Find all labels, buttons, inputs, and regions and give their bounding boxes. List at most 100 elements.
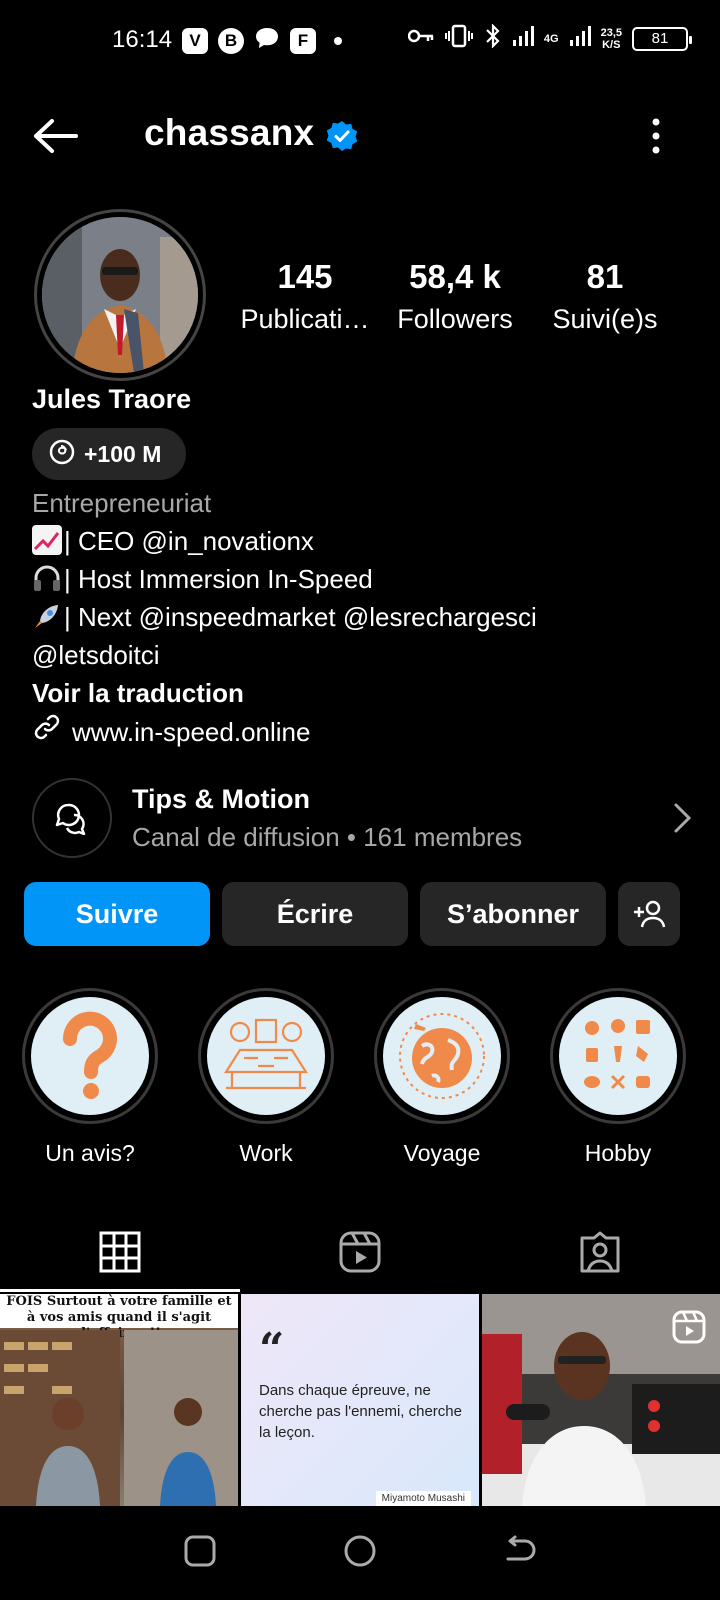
profile-header: chassanx xyxy=(0,100,720,172)
b-app-icon: B xyxy=(218,27,244,54)
facebook-icon: F xyxy=(290,27,316,54)
home-button[interactable] xyxy=(343,1534,377,1573)
verified-badge-icon xyxy=(326,120,358,152)
highlight-ring xyxy=(374,988,510,1124)
reels-icon xyxy=(339,1231,381,1273)
globe-plane-icon xyxy=(383,997,501,1115)
system-navigation-bar xyxy=(0,1506,720,1600)
follow-button[interactable]: Suivre xyxy=(24,882,210,946)
highlight-label: Un avis? xyxy=(45,1140,135,1166)
bio-text: | Next @inspeedmarket @lesrechargesci xyxy=(64,602,537,632)
bio-line-mention: @letsdoitci xyxy=(32,640,160,670)
back-arrow-icon[interactable] xyxy=(30,116,80,156)
tab-posts-grid[interactable] xyxy=(0,1212,240,1292)
following-stat[interactable]: 81 Suivi(e)s xyxy=(530,258,680,335)
post-photo xyxy=(0,1330,238,1506)
full-name: Jules Traore xyxy=(32,384,192,414)
threads-count: +100 M xyxy=(84,440,162,467)
subscribe-button[interactable]: S’abonner xyxy=(420,882,606,946)
tab-reels[interactable] xyxy=(240,1212,480,1292)
tab-tagged[interactable] xyxy=(480,1212,720,1292)
post-quote-author: Miyamoto Musashi xyxy=(375,1491,471,1506)
broadcast-channel-icon xyxy=(32,778,112,858)
story-highlights: Un avis? Work Voyage Hobby xyxy=(22,988,686,1167)
website-url: www.in-speed.online xyxy=(72,717,311,747)
website-link[interactable]: www.in-speed.online xyxy=(32,712,537,752)
signal-icon-2 xyxy=(569,26,591,51)
link-icon xyxy=(32,712,62,752)
channel-subtitle: Canal de diffusion • 161 membres xyxy=(132,822,523,852)
circle-icon xyxy=(344,1535,376,1566)
profile-actions: Suivre Écrire S’abonner xyxy=(24,882,680,946)
highlight-voyage[interactable]: Voyage xyxy=(374,988,510,1167)
post-thumbnail[interactable]: “ Dans chaque épreuve, ne cherche pas l'… xyxy=(241,1294,479,1506)
followers-label: Followers xyxy=(397,304,513,334)
highlight-ring xyxy=(550,988,686,1124)
category-label: Entrepreneuriat xyxy=(32,488,212,518)
following-label: Suivi(e)s xyxy=(552,304,658,334)
suggest-people-button[interactable] xyxy=(618,882,680,946)
tagged-person-icon xyxy=(580,1231,620,1273)
followers-stat[interactable]: 58,4 k Followers xyxy=(380,258,530,335)
network-type: 4G xyxy=(543,32,559,45)
posts-grid: FOIS Surtout à votre famille et à vos am… xyxy=(0,1294,720,1506)
meeting-table-icon xyxy=(207,997,325,1115)
translate-link[interactable]: Voir la traduction xyxy=(32,674,537,712)
message-button[interactable]: Écrire xyxy=(222,882,408,946)
followers-count: 58,4 k xyxy=(409,258,501,295)
channel-title: Tips & Motion xyxy=(132,784,310,814)
battery-icon: 81 xyxy=(632,26,692,51)
highlight-hobby[interactable]: Hobby xyxy=(550,988,686,1167)
system-icons: 4G 23,5 K/S 81 xyxy=(407,23,692,53)
headphones-icon xyxy=(32,563,62,593)
reel-badge-icon xyxy=(672,1310,706,1349)
chat-bubble-icon xyxy=(254,26,280,55)
status-time: 16:14 xyxy=(112,26,173,53)
more-options-icon[interactable] xyxy=(640,116,672,156)
content-tabs xyxy=(0,1212,720,1292)
following-count: 81 xyxy=(586,258,624,295)
bio-text: | CEO @in_novationx xyxy=(64,526,314,556)
post-thumbnail[interactable] xyxy=(482,1294,720,1506)
post-thumbnail[interactable]: FOIS Surtout à votre famille et à vos am… xyxy=(0,1294,238,1506)
network-speed-unit: K/S xyxy=(602,38,621,51)
profile-stats: 145 Publicati… 58,4 k Followers 81 Suivi… xyxy=(230,258,700,335)
vibrate-icon xyxy=(444,24,474,53)
highlight-ring xyxy=(198,988,334,1124)
avatar[interactable] xyxy=(34,209,206,381)
signal-icon-1 xyxy=(512,26,534,51)
square-icon xyxy=(184,1535,216,1566)
threads-icon xyxy=(48,438,76,471)
highlight-un-avis[interactable]: Un avis? xyxy=(22,988,158,1167)
bio-line-host: | Host Immersion In-Speed xyxy=(32,560,537,598)
posts-label: Publicati… xyxy=(240,304,370,334)
bluetooth-icon xyxy=(484,23,502,53)
avatar-photo xyxy=(42,217,198,373)
question-mark-icon xyxy=(31,997,149,1115)
username: chassanx xyxy=(144,112,315,153)
highlight-label: Work xyxy=(239,1140,293,1166)
back-gesture-icon xyxy=(506,1535,536,1560)
bio-line-ceo: | CEO @in_novationx xyxy=(32,522,537,560)
recent-apps-button[interactable] xyxy=(183,1534,217,1573)
status-bar: 16:14 V B F 4G 23,5 K/S 81 xyxy=(0,0,720,80)
quote-mark-icon: “ xyxy=(259,1324,285,1375)
bio-text: | Host Immersion In-Speed xyxy=(64,564,373,594)
network-speed: 23,5 K/S xyxy=(601,27,622,51)
bio: Entrepreneuriat | CEO @in_novationx | Ho… xyxy=(32,484,537,752)
chart-increasing-icon xyxy=(32,525,62,555)
more-notifications-dot xyxy=(334,36,342,45)
highlight-work[interactable]: Work xyxy=(198,988,334,1167)
highlight-label: Hobby xyxy=(584,1140,652,1166)
post-quote: Dans chaque épreuve, ne cherche pas l'en… xyxy=(259,1382,462,1441)
posts-count: 145 xyxy=(277,258,333,295)
grid-icon xyxy=(99,1231,141,1273)
back-button[interactable] xyxy=(503,1534,537,1573)
highlight-label: Voyage xyxy=(403,1140,481,1166)
bio-line-next: | Next @inspeedmarket @lesrechargesci xyxy=(32,598,537,636)
broadcast-channel[interactable]: Tips & Motion Canal de diffusion • 161 m… xyxy=(32,778,692,858)
network-speed-value: 23,5 xyxy=(600,26,622,39)
posts-stat[interactable]: 145 Publicati… xyxy=(230,258,380,335)
threads-badge[interactable]: +100 M xyxy=(32,428,186,480)
highlight-ring xyxy=(22,988,158,1124)
